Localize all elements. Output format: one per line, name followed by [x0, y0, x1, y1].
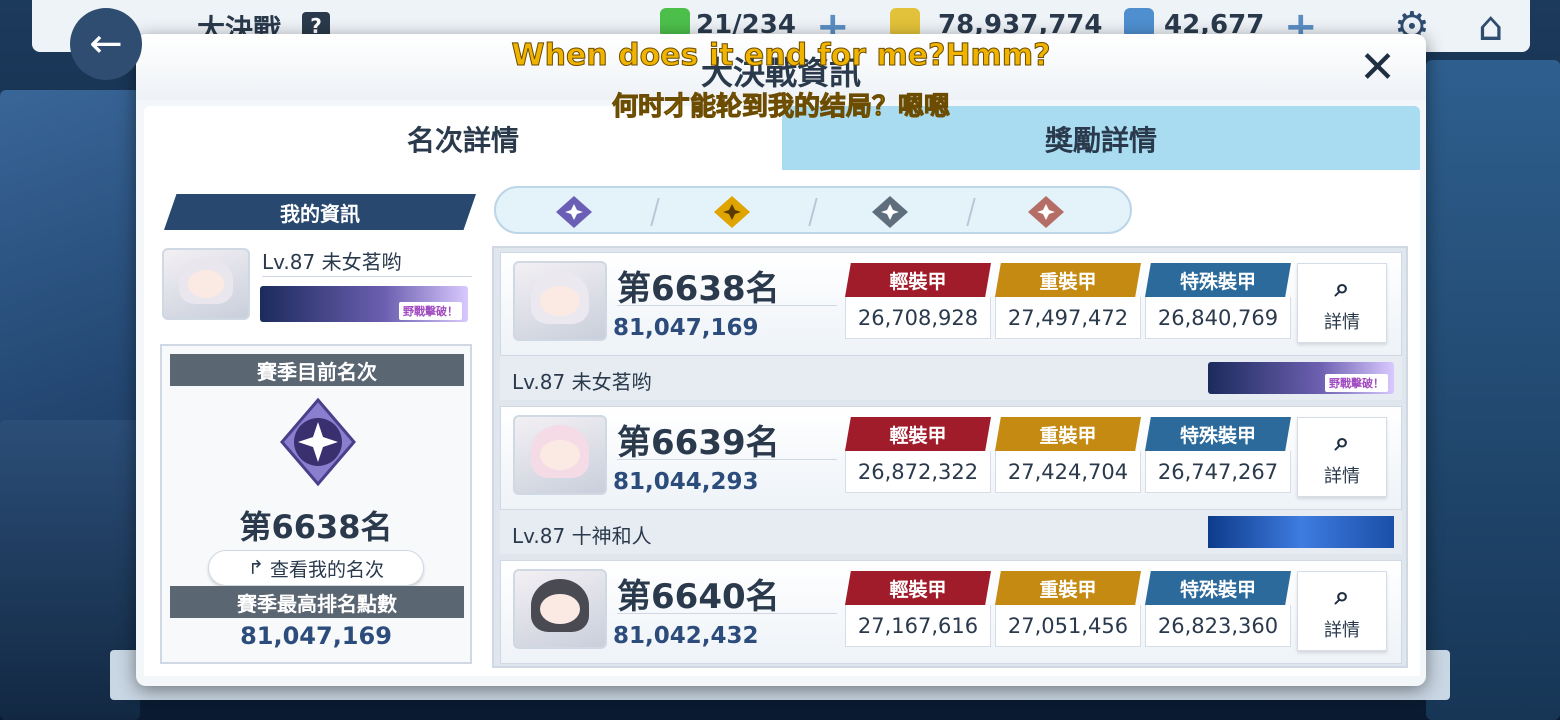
ranking-row-top: 第6640名 81,042,432 輕裝甲 27,167,616 重裝甲 27,…: [500, 560, 1402, 664]
subtitle-english: When does it end for me?Hmm?: [511, 38, 1051, 74]
player-banner: [1208, 516, 1394, 548]
ranking-row: 第6638名 81,047,169 輕裝甲 26,708,928 重裝甲 27,…: [500, 252, 1402, 402]
light-armor-label: 輕裝甲: [845, 417, 991, 451]
search-icon: ⌕: [1334, 580, 1350, 611]
tier-separator: [966, 198, 976, 226]
tier-filter: [494, 186, 1132, 234]
season-rank-label: 賽季目前名次: [170, 354, 464, 386]
ranking-row: 第6640名 81,042,432 輕裝甲 27,167,616 重裝甲 27,…: [500, 560, 1402, 666]
platinum-emblem-icon: [280, 397, 356, 487]
player-banner: 野戰擊破！: [1208, 362, 1394, 394]
view-my-rank-button[interactable]: ↱ 查看我的名次: [208, 550, 424, 586]
ranking-row-footer: Lv.87 十神和人: [500, 510, 1402, 554]
my-avatar: [162, 248, 250, 320]
light-armor-score: 26,872,322: [845, 451, 991, 493]
heavy-armor-cell: 重裝甲 27,051,456: [995, 571, 1141, 649]
my-name: Lv.87 未女茗哟: [262, 250, 402, 274]
light-armor-label: 輕裝甲: [845, 571, 991, 605]
heavy-armor-score: 27,497,472: [995, 297, 1141, 339]
special-armor-cell: 特殊裝甲 26,747,267: [1145, 417, 1291, 495]
divider: [262, 276, 472, 277]
detail-label: 詳情: [1324, 311, 1360, 333]
best-score-label: 賽季最高排名點數: [170, 586, 464, 618]
divider: [617, 613, 837, 614]
season-rank-value: 第6638名: [239, 508, 393, 546]
special-armor-score: 26,823,360: [1145, 605, 1291, 647]
heavy-armor-cell: 重裝甲 27,497,472: [995, 263, 1141, 341]
ranking-row-footer: Lv.87 未女茗哟 野戰擊破！: [500, 356, 1402, 400]
search-icon: ⌕: [1334, 272, 1350, 303]
player-rank: 第6639名: [617, 423, 780, 463]
my-banner-text: 野戰擊破！: [399, 302, 462, 320]
detail-button[interactable]: ⌕ 詳情: [1297, 263, 1387, 343]
heavy-armor-label: 重裝甲: [995, 417, 1141, 451]
detail-button[interactable]: ⌕ 詳情: [1297, 571, 1387, 651]
platinum-tier-icon[interactable]: [552, 194, 596, 230]
heavy-armor-score: 27,051,456: [995, 605, 1141, 647]
search-icon: ⌕: [1334, 426, 1350, 457]
subtitle-chinese: 何时才能轮到我的结局？嗯嗯: [611, 92, 950, 123]
special-armor-label: 特殊裝甲: [1145, 263, 1291, 297]
player-rank: 第6640名: [617, 577, 780, 617]
ranking-row-top: 第6638名 81,047,169 輕裝甲 26,708,928 重裝甲 27,…: [500, 252, 1402, 356]
bronze-tier-icon[interactable]: [1024, 194, 1068, 230]
divider: [617, 459, 837, 460]
player-name: Lv.87 未女茗哟: [512, 370, 652, 394]
heavy-armor-score: 27,424,704: [995, 451, 1141, 493]
raid-info-dialog: 大決戰資訊 ✕ When does it end for me?Hmm? 何时才…: [136, 34, 1426, 686]
special-armor-score: 26,747,267: [1145, 451, 1291, 493]
light-armor-score: 27,167,616: [845, 605, 991, 647]
player-avatar: [513, 415, 607, 495]
light-armor-cell: 輕裝甲 26,708,928: [845, 263, 991, 341]
tier-separator: [650, 198, 660, 226]
dialog-body: 我的資訊 Lv.87 未女茗哟 野戰擊破！ 賽季目前名次 第6638名 ↱ 查看…: [144, 170, 1420, 676]
ranking-row: 第6639名 81,044,293 輕裝甲 26,872,322 重裝甲 27,…: [500, 406, 1402, 556]
home-icon[interactable]: ⌂: [1478, 4, 1503, 50]
player-avatar: [513, 261, 607, 341]
special-armor-label: 特殊裝甲: [1145, 571, 1291, 605]
detail-label: 詳情: [1324, 619, 1360, 641]
detail-label: 詳情: [1324, 465, 1360, 487]
my-banner: 野戰擊破！: [260, 286, 468, 322]
light-armor-label: 輕裝甲: [845, 263, 991, 297]
gold-tier-icon[interactable]: [710, 194, 754, 230]
light-armor-cell: 輕裝甲 27,167,616: [845, 571, 991, 649]
player-banner-text: 野戰擊破！: [1325, 374, 1388, 392]
player-name: Lv.87 十神和人: [512, 524, 652, 548]
back-button[interactable]: ←: [70, 8, 142, 80]
heavy-armor-cell: 重裝甲 27,424,704: [995, 417, 1141, 495]
view-my-rank-label: 查看我的名次: [269, 558, 384, 581]
detail-button[interactable]: ⌕ 詳情: [1297, 417, 1387, 497]
special-armor-score: 26,840,769: [1145, 297, 1291, 339]
silver-tier-icon[interactable]: [868, 194, 912, 230]
light-armor-score: 26,708,928: [845, 297, 991, 339]
player-score: 81,044,293: [613, 469, 759, 495]
share-arrow-icon: ↱: [248, 557, 264, 579]
special-armor-label: 特殊裝甲: [1145, 417, 1291, 451]
background-right-wall: [1426, 60, 1560, 720]
player-score: 81,042,432: [613, 623, 759, 649]
player-avatar: [513, 569, 607, 649]
heavy-armor-label: 重裝甲: [995, 263, 1141, 297]
divider: [617, 305, 837, 306]
special-armor-cell: 特殊裝甲 26,840,769: [1145, 263, 1291, 341]
season-rank-box: 賽季目前名次 第6638名 ↱ 查看我的名次 賽季最高排名點數 81,047,1…: [160, 344, 472, 664]
heavy-armor-label: 重裝甲: [995, 571, 1141, 605]
tier-separator: [808, 198, 818, 226]
best-score-value: 81,047,169: [240, 622, 392, 650]
ranking-row-top: 第6639名 81,044,293 輕裝甲 26,872,322 重裝甲 27,…: [500, 406, 1402, 510]
light-armor-cell: 輕裝甲 26,872,322: [845, 417, 991, 495]
player-score: 81,047,169: [613, 315, 759, 341]
ranking-list[interactable]: 第6638名 81,047,169 輕裝甲 26,708,928 重裝甲 27,…: [492, 246, 1408, 668]
player-rank: 第6638名: [617, 269, 780, 309]
special-armor-cell: 特殊裝甲 26,823,360: [1145, 571, 1291, 649]
arrow-left-icon: ←: [89, 21, 123, 67]
my-info-header: 我的資訊: [164, 194, 476, 230]
